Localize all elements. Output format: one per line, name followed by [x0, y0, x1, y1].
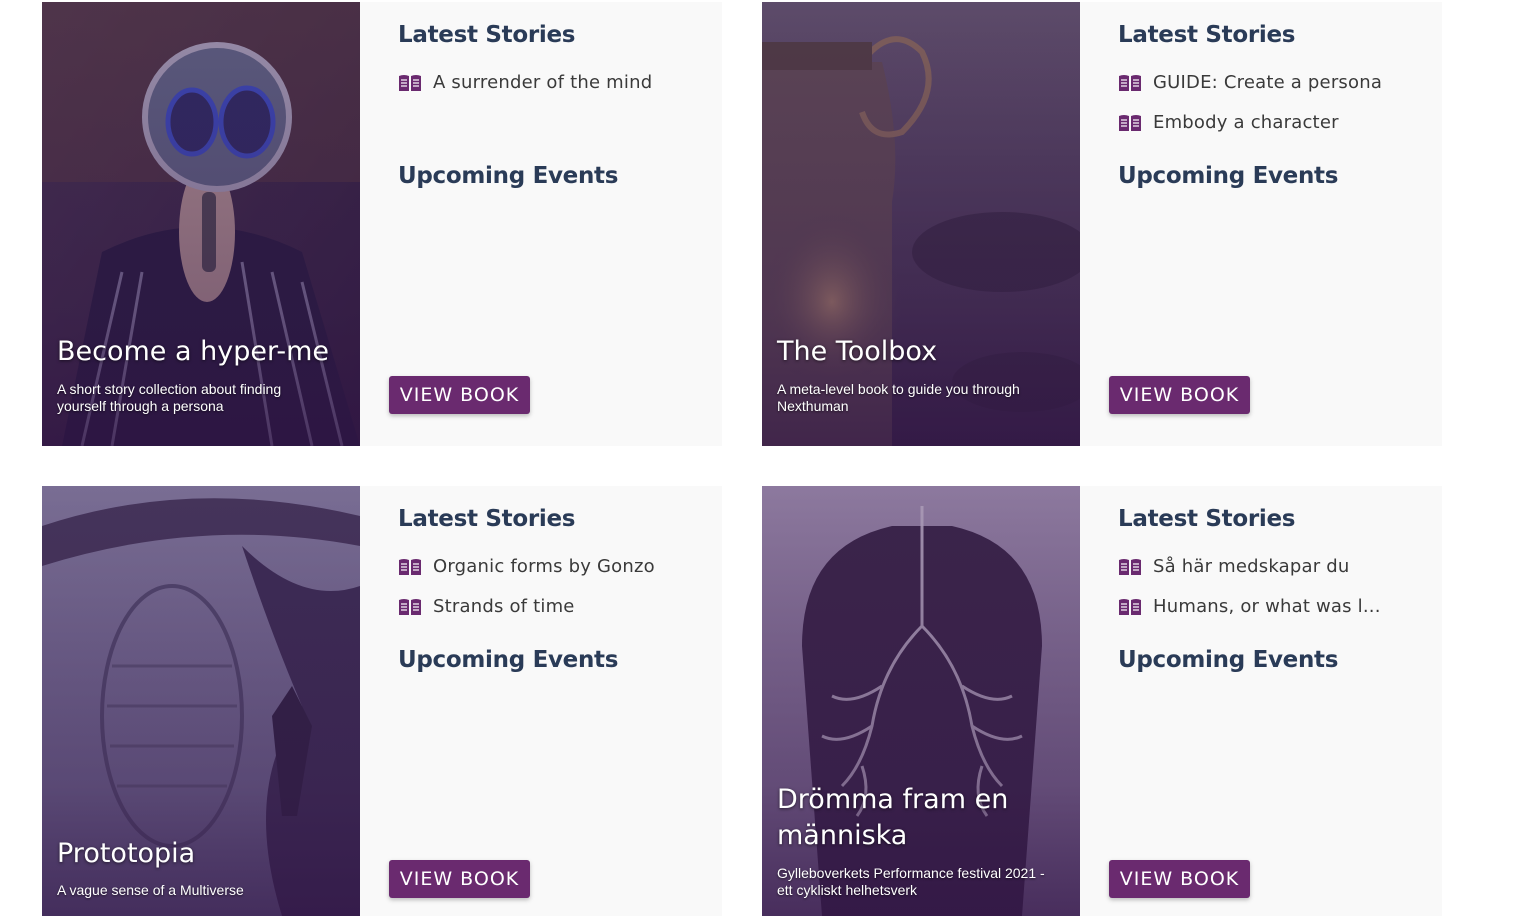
story-title: Så här medskapar du: [1153, 556, 1350, 577]
book-cover[interactable]: Drömma fram en människa Gylleboverkets P…: [762, 486, 1080, 916]
book-title: The Toolbox: [777, 336, 938, 367]
book-grid: Become a hyper-me A short story collecti…: [0, 0, 1522, 916]
book-open-icon: [1119, 74, 1141, 91]
story-link[interactable]: Strands of time: [398, 596, 575, 617]
view-book-button[interactable]: VIEW BOOK: [1109, 376, 1250, 414]
story-title: A surrender of the mind: [433, 72, 653, 93]
upcoming-events-heading: Upcoming Events: [398, 163, 619, 189]
story-link[interactable]: Organic forms by Gonzo: [398, 556, 655, 577]
book-subtitle: A vague sense of a Multiverse: [57, 882, 244, 898]
story-link[interactable]: GUIDE: Create a persona: [1118, 72, 1382, 93]
view-book-button[interactable]: VIEW BOOK: [389, 376, 530, 414]
book-subtitle: A meta-level book to guide you through N…: [777, 381, 1020, 414]
book-open-icon: [399, 74, 421, 91]
book-open-icon: [399, 558, 421, 575]
book-title: Become a hyper-me: [57, 336, 329, 367]
story-link[interactable]: A surrender of the mind: [398, 72, 652, 93]
story-title: Organic forms by Gonzo: [433, 556, 655, 577]
view-book-button[interactable]: VIEW BOOK: [1109, 860, 1250, 898]
book-card-toolbox: The Toolbox A meta-level book to guide y…: [762, 2, 1442, 446]
book-title: Prototopia: [57, 838, 196, 869]
book-cover[interactable]: Prototopia A vague sense of a Multiverse: [42, 486, 360, 916]
latest-stories-heading: Latest Stories: [398, 506, 576, 532]
book-info: Latest Stories Organic forms by Gonzo St…: [398, 486, 718, 916]
upcoming-events-heading: Upcoming Events: [1118, 647, 1339, 673]
book-card-hyper-me: Become a hyper-me A short story collecti…: [42, 2, 722, 446]
latest-stories-heading: Latest Stories: [1118, 506, 1296, 532]
book-open-icon: [399, 598, 421, 615]
book-title: Drömma fram en människa: [777, 784, 1009, 851]
story-title: Humans, or what was l...: [1153, 596, 1381, 617]
book-cover[interactable]: The Toolbox A meta-level book to guide y…: [762, 2, 1080, 446]
latest-stories-heading: Latest Stories: [1118, 22, 1296, 48]
upcoming-events-heading: Upcoming Events: [398, 647, 619, 673]
book-subtitle: Gylleboverkets Performance festival 2021…: [777, 865, 1045, 898]
story-link[interactable]: Embody a character: [1118, 112, 1339, 133]
latest-stories-heading: Latest Stories: [398, 22, 576, 48]
upcoming-events-heading: Upcoming Events: [1118, 163, 1339, 189]
book-cover[interactable]: Become a hyper-me A short story collecti…: [42, 2, 360, 446]
story-link[interactable]: Humans, or what was l...: [1118, 596, 1381, 617]
book-card-dromma: Drömma fram en människa Gylleboverkets P…: [762, 486, 1442, 916]
book-subtitle: A short story collection about finding y…: [57, 381, 282, 414]
book-open-icon: [1119, 558, 1141, 575]
story-title: Strands of time: [433, 596, 575, 617]
story-title: Embody a character: [1153, 112, 1339, 133]
book-open-icon: [1119, 114, 1141, 131]
book-info: Latest Stories Så här medskapar du Human…: [1118, 486, 1438, 916]
book-open-icon: [1119, 598, 1141, 615]
book-card-prototopia: Prototopia A vague sense of a Multiverse…: [42, 486, 722, 916]
view-book-button[interactable]: VIEW BOOK: [389, 860, 530, 898]
story-link[interactable]: Så här medskapar du: [1118, 556, 1350, 577]
story-title: GUIDE: Create a persona: [1153, 72, 1383, 93]
